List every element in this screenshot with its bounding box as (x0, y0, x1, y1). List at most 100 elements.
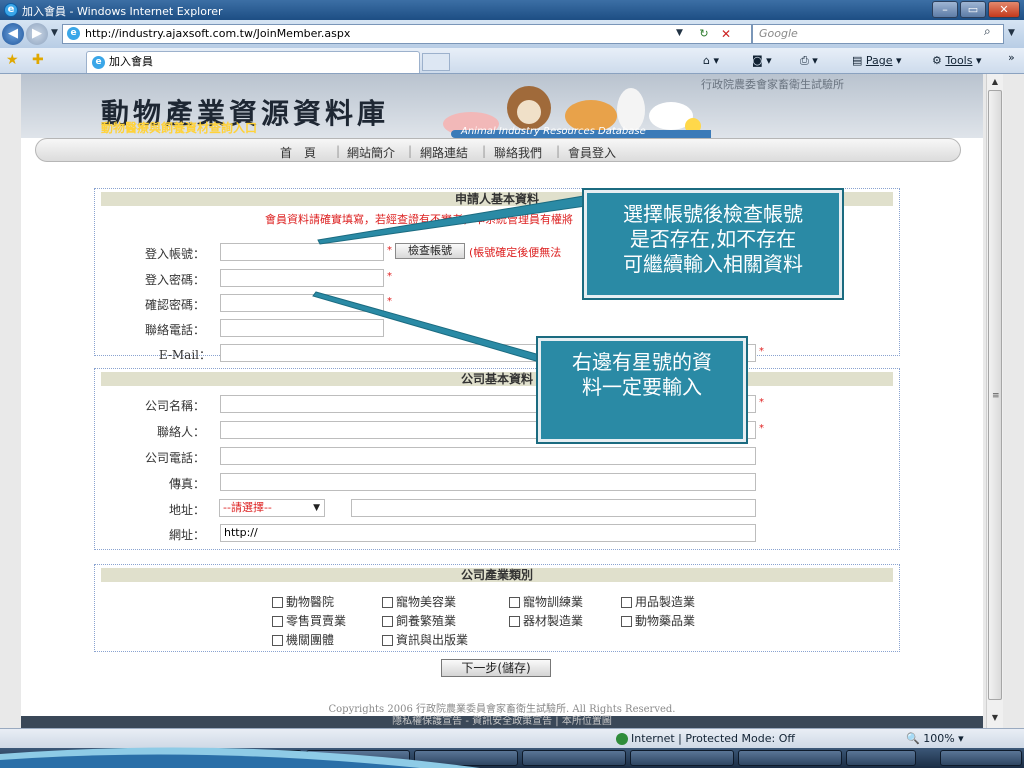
system-tray[interactable] (940, 750, 1022, 766)
confirm-password-input[interactable] (220, 294, 384, 312)
checkbox-box (509, 616, 520, 627)
fax-label: 傳真： (168, 477, 205, 491)
more-chevron-icon[interactable]: » (1008, 51, 1015, 64)
forward-button[interactable]: ▶ (26, 23, 48, 45)
check-account-button[interactable]: 檢查帳號 (395, 243, 465, 259)
minimize-button[interactable]: – (932, 1, 958, 18)
taskbar-button[interactable] (522, 750, 626, 766)
industry-checkbox[interactable]: 動物醫院 (272, 593, 334, 610)
checkbox-box (621, 616, 632, 627)
contact-label: 聯絡人： (156, 425, 205, 439)
checkbox-box (509, 597, 520, 608)
required-mark: * (387, 271, 392, 282)
nav-contact[interactable]: 聯絡我們 (494, 144, 542, 161)
industry-heading: 公司產業類別 (101, 568, 893, 582)
taskbar-button[interactable] (738, 750, 842, 766)
callout-check-account: 選擇帳號後檢查帳號 是否存在,如不存在 可繼續輸入相關資料 (582, 188, 844, 300)
required-mark: * (387, 245, 392, 256)
required-mark: * (759, 423, 764, 434)
account-label: 登入帳號： (144, 247, 205, 261)
address-city-select[interactable]: --請選擇-- ▼ (219, 499, 325, 517)
history-dropdown-icon[interactable]: ▼ (51, 28, 58, 38)
nav-home[interactable]: 首 頁 (280, 144, 316, 161)
stop-icon[interactable]: ✕ (716, 25, 736, 43)
address-dropdown-icon[interactable]: ▼ (676, 28, 683, 38)
home-icon[interactable]: ⌂ ▾ (703, 54, 719, 67)
close-button[interactable]: ✕ (988, 1, 1020, 18)
checkbox-label: 寵物訓練業 (523, 595, 584, 609)
industry-checkbox[interactable]: 飼養繁殖業 (382, 612, 456, 629)
new-tab-button[interactable] (422, 53, 450, 71)
nav-login[interactable]: 會員登入 (568, 144, 616, 161)
zone-text: Internet | Protected Mode: Off (631, 732, 795, 745)
required-mark: * (759, 397, 764, 408)
taskbar-button[interactable] (630, 750, 734, 766)
tools-menu-label: Tools (945, 54, 973, 67)
security-zone[interactable]: Internet | Protected Mode: Off (616, 732, 795, 745)
checkbox-label: 零售買賣業 (286, 614, 347, 628)
industry-checkbox[interactable]: 機關團體 (272, 631, 334, 648)
zoom-text: 100% (923, 732, 955, 745)
footer-links[interactable]: 隱私權保護宣告 - 資訊安全政策宣告 | 本所位置圖 (21, 716, 983, 728)
taskbar-button[interactable] (846, 750, 916, 766)
feeds-icon[interactable]: ◙ ▾ (752, 54, 772, 67)
address-input[interactable]: e http://industry.ajaxsoft.com.tw/JoinMe… (62, 24, 752, 44)
tab-title: 加入會員 (109, 55, 153, 68)
nav-separator: | (482, 144, 487, 158)
add-favorites-icon[interactable]: ✚ (32, 52, 44, 68)
website-label: 網址： (168, 528, 205, 542)
site-navbar: 首 頁 | 網站簡介 | 網路連結 | 聯絡我們 | 會員登入 (35, 138, 961, 162)
zoom-level[interactable]: 🔍 100% ▾ (906, 732, 964, 745)
search-dropdown-icon[interactable]: ▼ (1008, 28, 1015, 38)
tools-menu[interactable]: ⚙ Tools ▾ (932, 54, 982, 67)
next-save-button[interactable]: 下一步(儲存) (441, 659, 551, 677)
industry-checkbox[interactable]: 用品製造業 (621, 593, 695, 610)
favorites-star-icon[interactable]: ★ (6, 52, 19, 68)
print-icon[interactable]: ⎙ ▾ (800, 54, 818, 68)
phone-input[interactable] (220, 319, 384, 337)
checkbox-label: 機關團體 (286, 633, 335, 647)
page-menu[interactable]: ▤ Page ▾ (852, 54, 902, 67)
scroll-down-icon[interactable]: ▼ (987, 710, 1003, 726)
globe-icon (616, 733, 628, 745)
maximize-button[interactable]: ▭ (960, 1, 986, 18)
checkbox-label: 動物藥品業 (635, 614, 696, 628)
required-mark: * (759, 346, 764, 357)
site-header: 行政院農委會家畜衛生試驗所 動物產業資源資料庫 動物醫療與飼養資材查詢入口 An… (21, 74, 983, 138)
company-phone-input[interactable] (220, 447, 756, 465)
web-page: 行政院農委會家畜衛生試驗所 動物產業資源資料庫 動物醫療與飼養資材查詢入口 An… (21, 74, 983, 728)
address-input[interactable] (351, 499, 756, 517)
account-input[interactable] (220, 243, 384, 261)
vertical-scrollbar[interactable]: ▲ ≡ ▼ (986, 74, 1003, 728)
nav-about[interactable]: 網站簡介 (347, 144, 395, 161)
callout-line: 右邊有星號的資 (572, 350, 712, 374)
nav-links[interactable]: 網路連結 (420, 144, 468, 161)
website-input[interactable]: http:// (220, 524, 756, 542)
industry-checkbox[interactable]: 寵物訓練業 (509, 593, 583, 610)
callout-line: 選擇帳號後檢查帳號 (623, 202, 803, 226)
industry-section: 公司產業類別 動物醫院 寵物美容業 寵物訓練業 用品製造業 零售買賣業 飼養繁殖… (94, 564, 900, 652)
company-section: 公司基本資料 公司名稱： * 聯絡人： * 公司電話： 傳真： 地址： 網址： … (94, 368, 900, 550)
scroll-up-icon[interactable]: ▲ (987, 74, 1003, 90)
industry-checkbox[interactable]: 器材製造業 (509, 612, 583, 629)
nav-separator: | (336, 144, 341, 158)
search-icon[interactable]: ⌕ (984, 24, 991, 39)
industry-checkbox[interactable]: 寵物美容業 (382, 593, 456, 610)
copyright-text: Copyrights 2006 行政院農業委員會家畜衛生試驗所. All Rig… (328, 704, 676, 715)
industry-checkbox[interactable]: 資訊與出版業 (382, 631, 468, 648)
scroll-thumb[interactable]: ≡ (988, 90, 1002, 700)
search-input[interactable]: Google (752, 24, 1004, 44)
industry-checkbox[interactable]: 零售買賣業 (272, 612, 346, 629)
back-button[interactable]: ◀ (2, 23, 24, 45)
fax-input[interactable] (220, 473, 756, 491)
refresh-icon[interactable]: ↻ (694, 25, 714, 43)
password-input[interactable] (220, 269, 384, 287)
database-label: Animal Industry Resources Database (461, 126, 646, 137)
company-name-label: 公司名稱： (144, 399, 205, 413)
checkbox-label: 動物醫院 (286, 595, 335, 609)
header-agency: 行政院農委會家畜衛生試驗所 (701, 78, 844, 91)
tab-join-member[interactable]: e 加入會員 (86, 51, 420, 73)
checkbox-box (272, 616, 283, 627)
callout-required-fields: 右邊有星號的資 料一定要輸入 (536, 336, 748, 444)
industry-checkbox[interactable]: 動物藥品業 (621, 612, 695, 629)
